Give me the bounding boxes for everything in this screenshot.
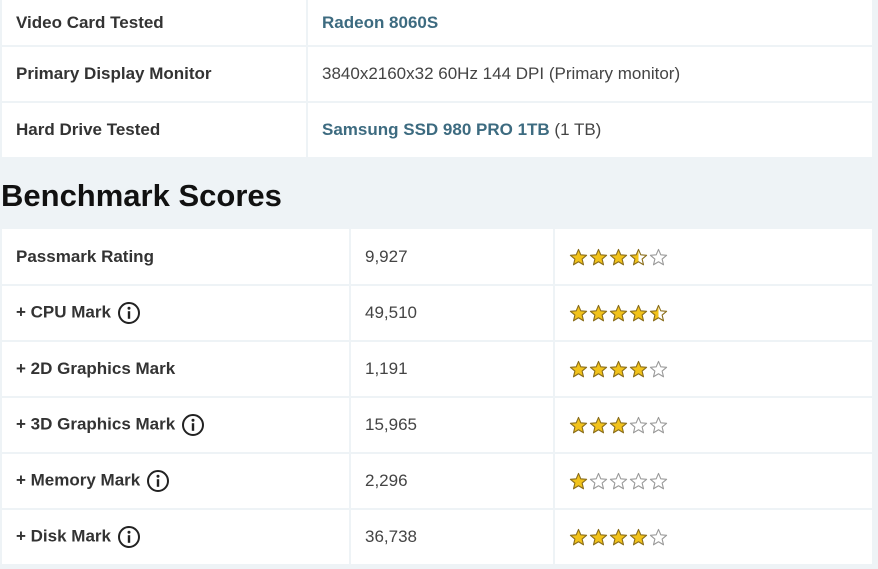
score-name: + CPU Mark: [16, 302, 111, 322]
score-row-2d-graphics-mark: + 2D Graphics Mark 1,191: [2, 341, 872, 398]
rating-cell: [554, 397, 872, 454]
star-full-icon: [609, 360, 628, 378]
score-row-disk-mark: + Disk Mark 36,738: [2, 509, 872, 566]
star-empty-icon: [649, 472, 668, 490]
score-name: + Memory Mark: [16, 470, 141, 490]
star-empty-icon: [649, 528, 668, 546]
star-full-icon: [609, 304, 628, 322]
star-empty-icon: [629, 472, 648, 490]
score-value: 1,191: [350, 341, 555, 398]
star-full-icon: [609, 248, 628, 265]
star-full-icon: [569, 248, 588, 265]
info-icon[interactable]: [146, 469, 170, 493]
star-empty-icon: [609, 472, 628, 490]
rating-cell: [554, 509, 872, 566]
spec-label: Video Card Tested: [2, 0, 308, 47]
star-full-icon: [589, 304, 608, 322]
score-name-cell[interactable]: + Disk Mark: [2, 509, 351, 566]
star-full-icon: [589, 248, 608, 265]
star-full-icon: [629, 528, 648, 546]
spec-value: Samsung SSD 980 PRO 1TB (1 TB): [307, 102, 872, 159]
score-value: 9,927: [350, 229, 555, 286]
rating-cell: [554, 285, 872, 342]
star-empty-icon: [589, 472, 608, 490]
spec-label: Primary Display Monitor: [2, 46, 308, 103]
score-name: + 2D Graphics Mark: [16, 359, 176, 378]
score-name-cell[interactable]: + CPU Mark: [2, 285, 351, 342]
star-rating: [569, 528, 668, 547]
star-full-icon: [589, 360, 608, 378]
star-empty-icon: [629, 416, 648, 434]
star-full-icon: [589, 528, 608, 546]
star-full-icon: [609, 416, 628, 434]
score-name: Passmark Rating: [16, 246, 154, 266]
spec-row-display: Primary Display Monitor 3840x2160x32 60H…: [2, 46, 872, 103]
star-rating: [569, 248, 668, 267]
star-half-icon: [649, 304, 668, 322]
score-value: 2,296: [350, 453, 555, 510]
info-icon[interactable]: [117, 525, 141, 549]
score-value: 15,965: [350, 397, 555, 454]
star-half-icon: [629, 248, 648, 265]
spec-value: Radeon 8060S: [307, 0, 872, 47]
score-row-3d-graphics-mark: + 3D Graphics Mark 15,965: [2, 397, 872, 454]
benchmark-page: Video Card Tested Radeon 8060S Primary D…: [0, 0, 878, 569]
star-rating: [569, 360, 668, 379]
spec-table: Video Card Tested Radeon 8060S Primary D…: [2, 0, 872, 159]
score-name-cell[interactable]: + 3D Graphics Mark: [2, 397, 351, 454]
star-empty-icon: [649, 248, 668, 265]
hard-drive-link[interactable]: Samsung SSD 980 PRO 1TB: [322, 120, 550, 139]
rating-cell: [554, 453, 872, 510]
spec-row-hard-drive: Hard Drive Tested Samsung SSD 980 PRO 1T…: [2, 102, 872, 159]
star-empty-icon: [649, 360, 668, 378]
star-rating: [569, 472, 668, 491]
star-full-icon: [569, 360, 588, 378]
hard-drive-size: (1 TB): [549, 120, 602, 139]
video-card-link[interactable]: Radeon 8060S: [322, 13, 438, 32]
scores-table: Passmark Rating 9,927 + CPU Mark 49,510 + 2D…: [2, 229, 872, 566]
spec-label: Hard Drive Tested: [2, 102, 308, 159]
section-title: Benchmark Scores: [1, 178, 282, 213]
info-icon[interactable]: [117, 301, 141, 325]
star-rating: [569, 304, 668, 323]
score-name-cell[interactable]: + Memory Mark: [2, 453, 351, 510]
score-value: 36,738: [350, 509, 555, 566]
info-icon[interactable]: [181, 413, 205, 437]
star-full-icon: [569, 416, 588, 434]
score-row-memory-mark: + Memory Mark 2,296: [2, 453, 872, 510]
star-full-icon: [569, 304, 588, 322]
score-name-cell: Passmark Rating: [2, 229, 351, 286]
star-full-icon: [629, 360, 648, 378]
star-full-icon: [569, 472, 588, 490]
star-full-icon: [609, 528, 628, 546]
rating-cell: [554, 341, 872, 398]
star-full-icon: [589, 416, 608, 434]
rating-cell: [554, 229, 872, 286]
star-full-icon: [569, 528, 588, 546]
score-row-passmark-rating: Passmark Rating 9,927: [2, 229, 872, 286]
star-empty-icon: [649, 416, 668, 434]
spec-row-video-card: Video Card Tested Radeon 8060S: [2, 0, 872, 47]
score-name-cell[interactable]: + 2D Graphics Mark: [2, 341, 351, 398]
star-full-icon: [629, 304, 648, 322]
star-rating: [569, 416, 668, 435]
score-name: + Disk Mark: [16, 526, 111, 546]
score-value: 49,510: [350, 285, 555, 342]
score-row-cpu-mark: + CPU Mark 49,510: [2, 285, 872, 342]
spec-value: 3840x2160x32 60Hz 144 DPI (Primary monit…: [307, 46, 872, 103]
score-name: + 3D Graphics Mark: [16, 414, 176, 434]
